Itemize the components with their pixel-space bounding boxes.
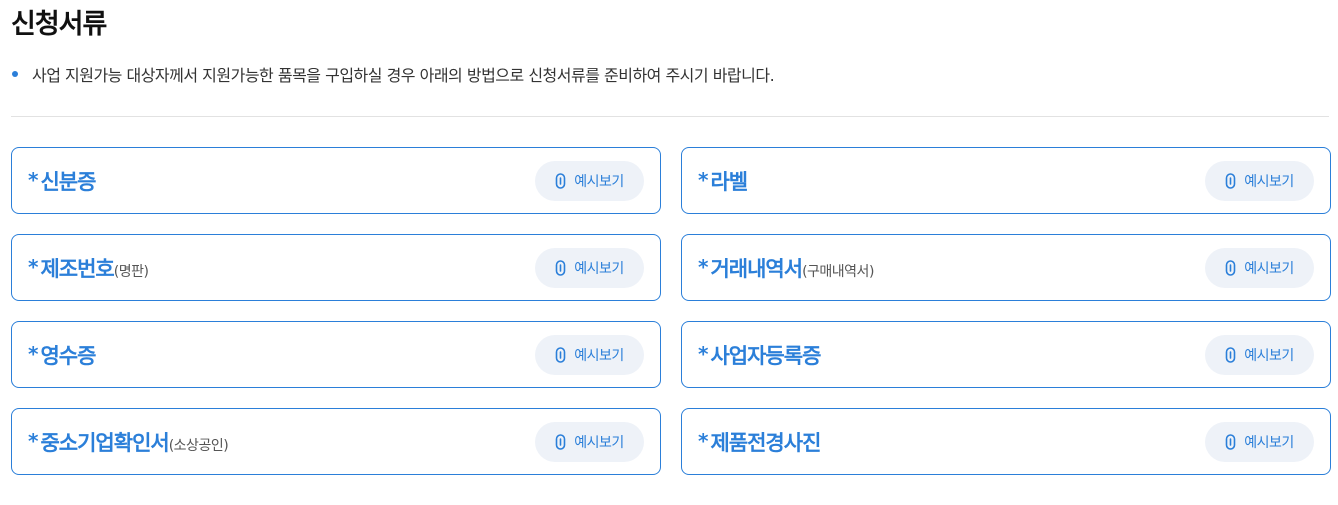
document-name: 제조번호 <box>40 256 114 281</box>
document-label: * 영수증 <box>28 340 96 370</box>
document-card-receipt: * 영수증 예시보기 <box>11 321 661 388</box>
notice-line: 사업 지원가능 대상자께서 지원가능한 품목을 구입하실 경우 아래의 방법으로… <box>11 62 775 86</box>
document-name: 영수증 <box>40 343 96 368</box>
document-card-serial-number: * 제조번호 (명판) 예시보기 <box>11 234 661 301</box>
paperclip-icon <box>1225 259 1236 276</box>
paperclip-icon <box>555 259 566 276</box>
preview-button-label: 예시보기 <box>1244 346 1294 363</box>
preview-button[interactable]: 예시보기 <box>1205 334 1314 375</box>
required-mark: * <box>698 428 709 453</box>
notice-text: 사업 지원가능 대상자께서 지원가능한 품목을 구입하실 경우 아래의 방법으로… <box>32 66 775 85</box>
paperclip-icon <box>555 172 566 189</box>
paperclip-icon <box>1225 172 1236 189</box>
document-name: 제품전경사진 <box>710 430 821 455</box>
document-name: 신분증 <box>40 169 96 194</box>
document-card-product-photo: * 제품전경사진 예시보기 <box>681 408 1331 475</box>
paperclip-icon <box>1225 346 1236 363</box>
preview-button-label: 예시보기 <box>574 259 624 276</box>
document-name: 중소기업확인서 <box>40 430 169 455</box>
preview-button[interactable]: 예시보기 <box>535 247 644 288</box>
document-label: * 사업자등록증 <box>698 340 821 370</box>
document-label: * 제조번호 (명판) <box>28 253 149 283</box>
preview-button[interactable]: 예시보기 <box>535 160 644 201</box>
required-mark: * <box>28 167 39 192</box>
document-card-sme-certificate: * 중소기업확인서 (소상공인) 예시보기 <box>11 408 661 475</box>
page-title: 신청서류 <box>11 9 107 40</box>
required-mark: * <box>28 428 39 453</box>
document-label: * 신분증 <box>28 166 96 196</box>
document-name: 라벨 <box>710 169 748 194</box>
paperclip-icon <box>1225 433 1236 450</box>
required-mark: * <box>28 341 39 366</box>
document-label: * 제품전경사진 <box>698 427 821 457</box>
document-note: (소상공인) <box>168 437 229 454</box>
document-card-label: * 라벨 예시보기 <box>681 147 1331 214</box>
required-mark: * <box>698 341 709 366</box>
document-note: (구매내역서) <box>802 263 874 280</box>
document-label: * 라벨 <box>698 166 748 196</box>
document-name: 거래내역서 <box>710 256 803 281</box>
document-label: * 거래내역서 (구매내역서) <box>698 253 874 283</box>
preview-button-label: 예시보기 <box>574 433 624 450</box>
paperclip-icon <box>555 433 566 450</box>
preview-button[interactable]: 예시보기 <box>1205 160 1314 201</box>
document-name: 사업자등록증 <box>710 343 821 368</box>
required-mark: * <box>698 254 709 279</box>
required-mark: * <box>28 254 39 279</box>
bullet-icon <box>12 71 18 77</box>
preview-button[interactable]: 예시보기 <box>1205 247 1314 288</box>
preview-button-label: 예시보기 <box>574 172 624 189</box>
preview-button[interactable]: 예시보기 <box>535 421 644 462</box>
required-mark: * <box>698 167 709 192</box>
preview-button[interactable]: 예시보기 <box>1205 421 1314 462</box>
paperclip-icon <box>555 346 566 363</box>
document-label: * 중소기업확인서 (소상공인) <box>28 427 229 457</box>
preview-button-label: 예시보기 <box>574 346 624 363</box>
document-card-id-card: * 신분증 예시보기 <box>11 147 661 214</box>
document-card-business-registration: * 사업자등록증 예시보기 <box>681 321 1331 388</box>
preview-button-label: 예시보기 <box>1244 259 1294 276</box>
document-note: (명판) <box>113 263 149 280</box>
divider <box>11 116 1329 117</box>
preview-button-label: 예시보기 <box>1244 172 1294 189</box>
document-card-transaction-statement: * 거래내역서 (구매내역서) 예시보기 <box>681 234 1331 301</box>
preview-button-label: 예시보기 <box>1244 433 1294 450</box>
preview-button[interactable]: 예시보기 <box>535 334 644 375</box>
